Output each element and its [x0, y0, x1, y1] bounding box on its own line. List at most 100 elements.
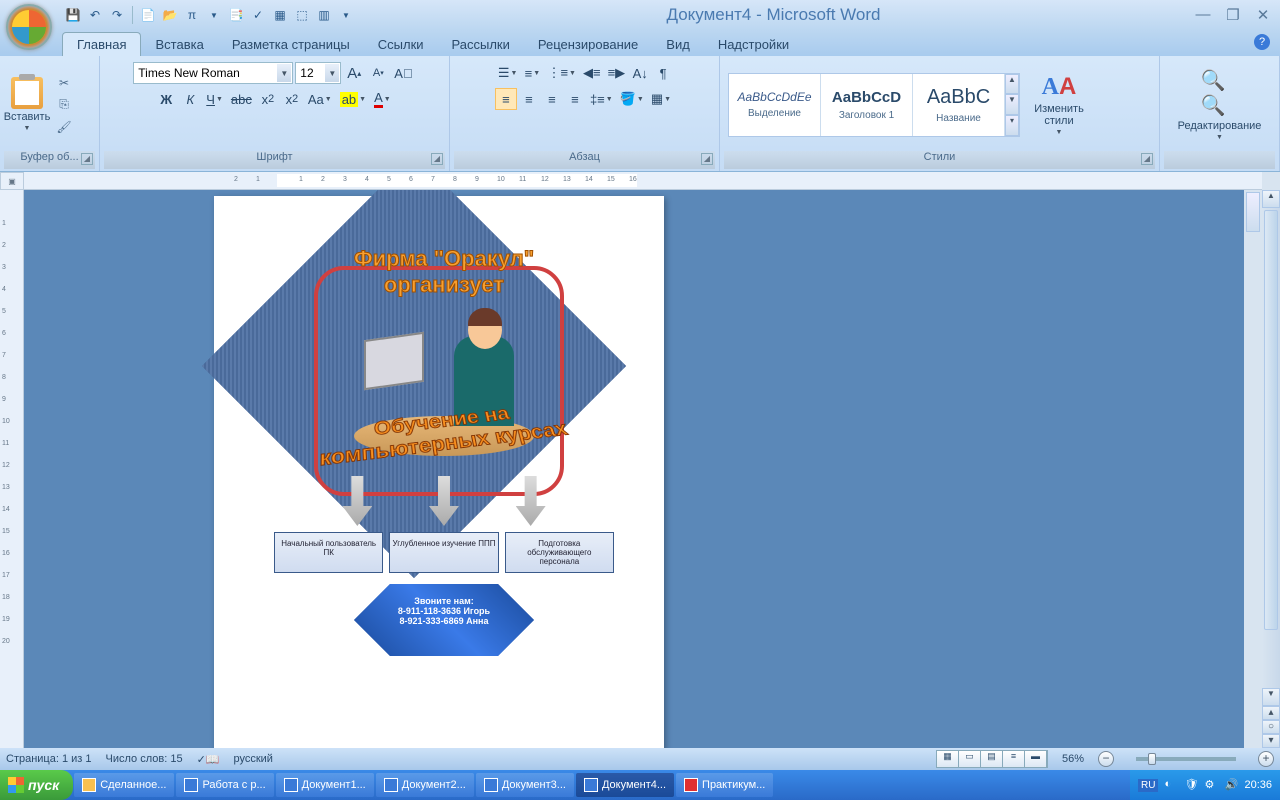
- scroll-thumb[interactable]: [1264, 210, 1278, 630]
- numbering-button[interactable]: ≡▼: [521, 62, 543, 84]
- scroll-down-icon[interactable]: ▼: [1262, 688, 1280, 706]
- grow-font-icon[interactable]: A▴: [343, 62, 365, 84]
- tab-home[interactable]: Главная: [62, 32, 141, 56]
- gallery-down-icon[interactable]: ▼: [1005, 94, 1019, 115]
- highlight-button[interactable]: ab▼: [337, 88, 369, 110]
- minimize-button[interactable]: —: [1192, 6, 1214, 24]
- outline-icon[interactable]: ≡: [1003, 751, 1025, 767]
- taskbar-item[interactable]: Документ1...: [276, 773, 374, 797]
- columns-icon[interactable]: ▦: [271, 6, 289, 24]
- subscript-button[interactable]: x2: [257, 88, 279, 110]
- align-left-button[interactable]: ≡: [495, 88, 517, 110]
- multilevel-button[interactable]: ⋮≡▼: [544, 62, 579, 84]
- spellcheck-status-icon[interactable]: ✓📖: [197, 753, 220, 766]
- style-item[interactable]: AaBbCcD Заголовок 1: [821, 74, 913, 136]
- quickprint-icon[interactable]: 📑: [227, 6, 245, 24]
- clear-formatting-icon[interactable]: A⃠: [391, 62, 415, 84]
- taskbar-item[interactable]: Практикум...: [676, 773, 773, 797]
- underline-button[interactable]: Ч▼: [203, 88, 226, 110]
- shrink-font-icon[interactable]: A▾: [367, 62, 389, 84]
- borders-button[interactable]: ▦▼: [648, 88, 674, 110]
- ruler-toggle-vert[interactable]: [1244, 190, 1262, 748]
- tray-icon[interactable]: 🛡: [1184, 778, 1198, 792]
- bullets-button[interactable]: ☰▼: [495, 62, 521, 84]
- find-button[interactable]: 🔍🔍 Редактирование ▼: [1197, 64, 1243, 145]
- tab-references[interactable]: Ссылки: [364, 33, 438, 56]
- shading-button[interactable]: 🪣▼: [617, 88, 647, 110]
- bold-button[interactable]: Ж: [155, 88, 177, 110]
- gallery-more-icon[interactable]: ▾: [1005, 115, 1019, 136]
- page-indicator[interactable]: Страница: 1 из 1: [6, 753, 92, 765]
- table-icon[interactable]: ▥: [315, 6, 333, 24]
- change-styles-button[interactable]: AA Изменить стили ▼: [1026, 69, 1092, 140]
- maximize-button[interactable]: ❐: [1222, 6, 1244, 24]
- undo-icon[interactable]: ↶: [86, 6, 104, 24]
- tab-layout[interactable]: Разметка страницы: [218, 33, 364, 56]
- customize-qat-icon[interactable]: ▼: [337, 6, 355, 24]
- save-icon[interactable]: 💾: [64, 6, 82, 24]
- taskbar-item[interactable]: Документ3...: [476, 773, 574, 797]
- change-case-button[interactable]: Aa▼: [305, 88, 335, 110]
- ruler-corner[interactable]: ▣: [0, 172, 24, 190]
- language-indicator[interactable]: русский: [233, 753, 272, 765]
- zoom-out-button[interactable]: −: [1098, 751, 1114, 767]
- justify-button[interactable]: ≡: [564, 88, 586, 110]
- taskbar-item[interactable]: Документ4...: [576, 773, 674, 797]
- zoom-in-button[interactable]: +: [1258, 751, 1274, 767]
- dropdown-icon[interactable]: ▼: [205, 6, 223, 24]
- scroll-up-icon[interactable]: ▲: [1262, 190, 1280, 208]
- dialog-launcher-icon[interactable]: ◢: [701, 153, 713, 165]
- close-button[interactable]: ✕: [1252, 6, 1274, 24]
- styles-gallery[interactable]: AaBbCcDdEe Выделение AaBbCcD Заголовок 1…: [728, 73, 1020, 137]
- start-button[interactable]: пуск: [0, 770, 73, 800]
- tab-review[interactable]: Рецензирование: [524, 33, 652, 56]
- word-count[interactable]: Число слов: 15: [106, 753, 183, 765]
- indent-increase-button[interactable]: ≡▶: [605, 62, 629, 84]
- style-item[interactable]: AaBbC Название: [913, 74, 1005, 136]
- draft-icon[interactable]: ▬: [1025, 751, 1047, 767]
- font-size-combo[interactable]: 12▼: [295, 62, 341, 84]
- style-item[interactable]: AaBbCcDdEe Выделение: [729, 74, 821, 136]
- format-painter-icon[interactable]: 🖌: [54, 117, 74, 137]
- tab-view[interactable]: Вид: [652, 33, 704, 56]
- browse-next-icon[interactable]: ▾: [1262, 734, 1280, 748]
- zoom-slider[interactable]: [1136, 757, 1236, 761]
- browse-prev-icon[interactable]: ▴: [1262, 706, 1280, 720]
- select-icon[interactable]: ⬚: [293, 6, 311, 24]
- align-center-button[interactable]: ≡: [518, 88, 540, 110]
- tab-insert[interactable]: Вставка: [141, 33, 217, 56]
- document-area[interactable]: Фирма "Оракул" организует Обучение на ко…: [24, 190, 1244, 748]
- vertical-ruler[interactable]: 123 456 789 101112 131415 161718 1920: [0, 190, 24, 748]
- spellcheck-icon[interactable]: ✓: [249, 6, 267, 24]
- tray-icon[interactable]: ⚙: [1204, 778, 1218, 792]
- full-screen-icon[interactable]: ▭: [959, 751, 981, 767]
- paste-button[interactable]: Вставить ▼: [4, 73, 50, 136]
- cut-icon[interactable]: ✂: [54, 73, 74, 93]
- equation-icon[interactable]: π: [183, 6, 201, 24]
- taskbar-item[interactable]: Работа с р...: [176, 773, 273, 797]
- taskbar-item[interactable]: Сделанное...: [74, 773, 174, 797]
- font-color-button[interactable]: A▼: [371, 88, 394, 110]
- tab-mailings[interactable]: Рассылки: [438, 33, 524, 56]
- vertical-scrollbar[interactable]: ▲ ▼ ▴ ○ ▾: [1262, 190, 1280, 748]
- clock[interactable]: 20:36: [1244, 779, 1272, 791]
- superscript-button[interactable]: x2: [281, 88, 303, 110]
- office-button[interactable]: [6, 4, 52, 50]
- align-right-button[interactable]: ≡: [541, 88, 563, 110]
- web-layout-icon[interactable]: ▤: [981, 751, 1003, 767]
- view-ruler-icon[interactable]: [1246, 192, 1260, 232]
- open-icon[interactable]: 📂: [161, 6, 179, 24]
- zoom-percent[interactable]: 56%: [1062, 753, 1084, 765]
- tray-icon[interactable]: ◐: [1164, 778, 1178, 792]
- italic-button[interactable]: К: [179, 88, 201, 110]
- show-marks-button[interactable]: ¶: [652, 62, 674, 84]
- print-layout-icon[interactable]: ▦: [937, 751, 959, 767]
- help-icon[interactable]: ?: [1254, 34, 1270, 50]
- gallery-up-icon[interactable]: ▲: [1005, 74, 1019, 95]
- new-icon[interactable]: 📄: [139, 6, 157, 24]
- strike-button[interactable]: abc: [228, 88, 255, 110]
- font-name-combo[interactable]: Times New Roman▼: [133, 62, 293, 84]
- dialog-launcher-icon[interactable]: ◢: [431, 153, 443, 165]
- ruler-toggle[interactable]: [1262, 172, 1280, 190]
- language-bar[interactable]: RU: [1138, 779, 1158, 792]
